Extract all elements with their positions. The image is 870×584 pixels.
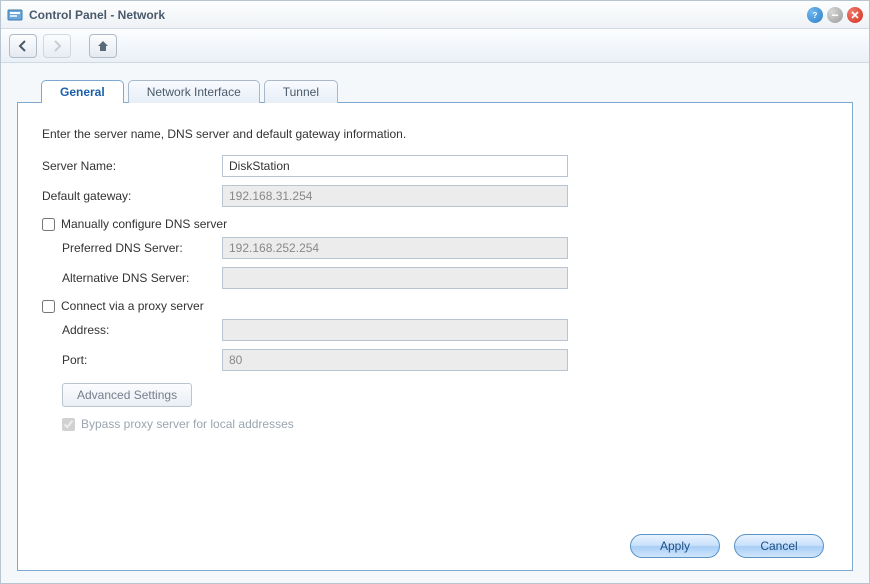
row-proxy-check: Connect via a proxy server	[42, 299, 828, 313]
row-alternative-dns: Alternative DNS Server:	[42, 267, 828, 289]
server-name-input[interactable]	[222, 155, 568, 177]
preferred-dns-input	[222, 237, 568, 259]
cancel-label: Cancel	[760, 539, 797, 553]
cancel-button[interactable]: Cancel	[734, 534, 824, 558]
proxy-port-input	[222, 349, 568, 371]
app-icon	[7, 7, 23, 23]
tab-network-interface[interactable]: Network Interface	[128, 80, 260, 103]
proxy-checkbox[interactable]	[42, 300, 55, 313]
row-preferred-dns: Preferred DNS Server:	[42, 237, 828, 259]
help-button[interactable]: ?	[807, 7, 823, 23]
titlebar: Control Panel - Network ?	[1, 1, 869, 29]
row-server-name: Server Name:	[42, 155, 828, 177]
bypass-checkbox	[62, 418, 75, 431]
apply-button[interactable]: Apply	[630, 534, 720, 558]
row-proxy-address: Address:	[42, 319, 828, 341]
tab-label: Network Interface	[147, 85, 241, 99]
close-button[interactable]	[847, 7, 863, 23]
row-default-gateway: Default gateway:	[42, 185, 828, 207]
advanced-settings-button[interactable]: Advanced Settings	[62, 383, 192, 407]
alternative-dns-input	[222, 267, 568, 289]
tab-panel-general: Enter the server name, DNS server and de…	[17, 102, 853, 571]
window-title: Control Panel - Network	[29, 8, 807, 22]
row-bypass: Bypass proxy server for local addresses	[62, 417, 828, 431]
home-button[interactable]	[89, 34, 117, 58]
svg-text:?: ?	[813, 11, 818, 20]
advanced-settings-label: Advanced Settings	[77, 388, 177, 402]
tabs: General Network Interface Tunnel	[41, 79, 853, 102]
label-bypass: Bypass proxy server for local addresses	[81, 417, 294, 431]
row-proxy-port: Port:	[42, 349, 828, 371]
label-default-gateway: Default gateway:	[42, 189, 222, 203]
label-alternative-dns: Alternative DNS Server:	[62, 271, 222, 285]
window: Control Panel - Network ? General Networ…	[0, 0, 870, 584]
label-proxy: Connect via a proxy server	[61, 299, 204, 313]
footer-buttons: Apply Cancel	[42, 524, 828, 558]
back-button[interactable]	[9, 34, 37, 58]
tab-general[interactable]: General	[41, 80, 124, 103]
minimize-button[interactable]	[827, 7, 843, 23]
label-proxy-address: Address:	[62, 323, 222, 337]
intro-text: Enter the server name, DNS server and de…	[42, 127, 828, 141]
label-manual-dns: Manually configure DNS server	[61, 217, 227, 231]
apply-label: Apply	[660, 539, 690, 553]
toolbar	[1, 29, 869, 63]
label-server-name: Server Name:	[42, 159, 222, 173]
content: General Network Interface Tunnel Enter t…	[1, 63, 869, 583]
tab-tunnel[interactable]: Tunnel	[264, 80, 338, 103]
label-preferred-dns: Preferred DNS Server:	[62, 241, 222, 255]
tab-label: Tunnel	[283, 85, 319, 99]
row-manual-dns-check: Manually configure DNS server	[42, 217, 828, 231]
label-proxy-port: Port:	[62, 353, 222, 367]
manual-dns-checkbox[interactable]	[42, 218, 55, 231]
forward-button[interactable]	[43, 34, 71, 58]
form-area: Enter the server name, DNS server and de…	[42, 127, 828, 524]
window-controls: ?	[807, 7, 863, 23]
proxy-address-input	[222, 319, 568, 341]
tab-label: General	[60, 85, 105, 99]
default-gateway-input	[222, 185, 568, 207]
